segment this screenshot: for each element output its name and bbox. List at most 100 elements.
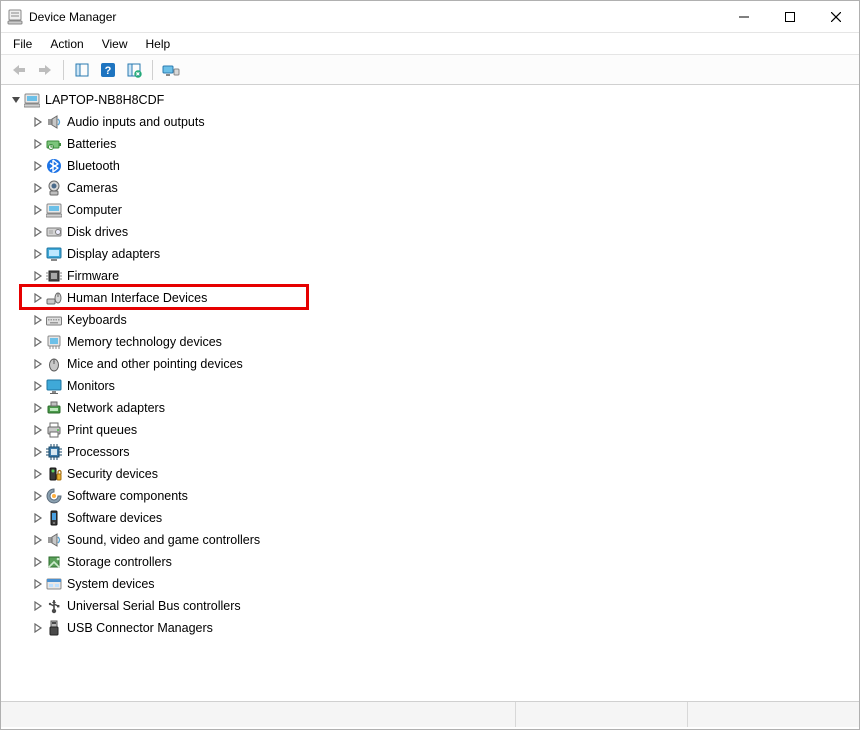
expand-arrow-icon[interactable] <box>31 357 45 371</box>
tree-category-label: Monitors <box>67 379 115 393</box>
tree-category[interactable]: Mice and other pointing devices <box>7 353 859 375</box>
back-button <box>7 58 31 82</box>
menu-file[interactable]: File <box>5 35 40 53</box>
expand-arrow-icon[interactable] <box>31 115 45 129</box>
expand-arrow-icon[interactable] <box>31 599 45 613</box>
tree-category[interactable]: Bluetooth <box>7 155 859 177</box>
tree-category-label: Storage controllers <box>67 555 172 569</box>
tree-category[interactable]: Print queues <box>7 419 859 441</box>
tree-category[interactable]: USB Connector Managers <box>7 617 859 639</box>
device-manager-icon <box>7 9 23 25</box>
storage-icon <box>45 553 63 571</box>
tree-category[interactable]: Memory technology devices <box>7 331 859 353</box>
statusbar <box>1 701 859 727</box>
expand-arrow-icon[interactable] <box>31 533 45 547</box>
tree-category-label: Batteries <box>67 137 116 151</box>
tree-category[interactable]: Storage controllers <box>7 551 859 573</box>
tree-category[interactable]: Firmware <box>7 265 859 287</box>
expand-arrow-icon[interactable] <box>31 137 45 151</box>
tree-category-label: Security devices <box>67 467 158 481</box>
expand-arrow-icon[interactable] <box>31 489 45 503</box>
help-button[interactable]: ? <box>96 58 120 82</box>
tree-category-label: Firmware <box>67 269 119 283</box>
tree-category-label: Cameras <box>67 181 118 195</box>
tree-category[interactable]: Keyboards <box>7 309 859 331</box>
expand-arrow-icon[interactable] <box>31 379 45 393</box>
bluetooth-icon <box>45 157 63 175</box>
expand-arrow-icon[interactable] <box>31 401 45 415</box>
display-icon <box>45 245 63 263</box>
expand-arrow-icon[interactable] <box>31 225 45 239</box>
expand-arrow-icon[interactable] <box>31 291 45 305</box>
minimize-button[interactable] <box>721 1 767 32</box>
tree-category[interactable]: Network adapters <box>7 397 859 419</box>
tree-category-label: Universal Serial Bus controllers <box>67 599 241 613</box>
tree-category[interactable]: Audio inputs and outputs <box>7 111 859 133</box>
show-hide-console-tree-button[interactable] <box>70 58 94 82</box>
menu-help[interactable]: Help <box>138 35 179 53</box>
tree-category[interactable]: Computer <box>7 199 859 221</box>
tree-category-label: Computer <box>67 203 122 217</box>
devices-printers-button[interactable] <box>159 58 183 82</box>
scan-hardware-button[interactable] <box>122 58 146 82</box>
device-tree[interactable]: LAPTOP-NB8H8CDF Audio inputs and outputs… <box>1 85 859 701</box>
tree-category[interactable]: Software devices <box>7 507 859 529</box>
tree-category[interactable]: Software components <box>7 485 859 507</box>
expand-arrow-icon[interactable] <box>31 467 45 481</box>
tree-category-label: Bluetooth <box>67 159 120 173</box>
system-icon <box>45 575 63 593</box>
tree-category-label: Software components <box>67 489 188 503</box>
expand-arrow-icon[interactable] <box>31 577 45 591</box>
component-icon <box>45 487 63 505</box>
toolbar-separator <box>63 60 64 80</box>
window-title: Device Manager <box>29 10 116 24</box>
disk-icon <box>45 223 63 241</box>
tree-category[interactable]: Disk drives <box>7 221 859 243</box>
tree-category[interactable]: Batteries <box>7 133 859 155</box>
expand-arrow-icon[interactable] <box>31 335 45 349</box>
menu-action[interactable]: Action <box>42 35 91 53</box>
tree-root[interactable]: LAPTOP-NB8H8CDF <box>7 89 859 111</box>
battery-icon <box>45 135 63 153</box>
forward-button <box>33 58 57 82</box>
status-cell <box>688 702 859 727</box>
tree-category[interactable]: System devices <box>7 573 859 595</box>
keyboard-icon <box>45 311 63 329</box>
tree-category[interactable]: Processors <box>7 441 859 463</box>
menu-view[interactable]: View <box>94 35 136 53</box>
tree-category[interactable]: Cameras <box>7 177 859 199</box>
titlebar: Device Manager <box>1 1 859 33</box>
computer-icon <box>45 201 63 219</box>
tree-category-label: Audio inputs and outputs <box>67 115 205 129</box>
chip-icon <box>45 267 63 285</box>
tree-category[interactable]: Security devices <box>7 463 859 485</box>
expand-arrow-icon[interactable] <box>31 181 45 195</box>
expand-arrow-icon[interactable] <box>31 621 45 635</box>
toolbar: ? <box>1 55 859 85</box>
expand-arrow-icon[interactable] <box>31 423 45 437</box>
expand-arrow-icon[interactable] <box>31 247 45 261</box>
expand-arrow-icon[interactable] <box>31 511 45 525</box>
tree-root-label: LAPTOP-NB8H8CDF <box>45 93 164 107</box>
expand-arrow-icon[interactable] <box>31 159 45 173</box>
speaker-icon <box>45 113 63 131</box>
tree-category[interactable]: Human Interface Devices <box>7 287 859 309</box>
expand-arrow-icon[interactable] <box>9 93 23 107</box>
tree-category[interactable]: Universal Serial Bus controllers <box>7 595 859 617</box>
expand-arrow-icon[interactable] <box>31 269 45 283</box>
tree-category[interactable]: Display adapters <box>7 243 859 265</box>
status-cell <box>516 702 688 727</box>
tree-category-label: Print queues <box>67 423 137 437</box>
close-button[interactable] <box>813 1 859 32</box>
mouse-icon <box>45 355 63 373</box>
expand-arrow-icon[interactable] <box>31 203 45 217</box>
expand-arrow-icon[interactable] <box>31 313 45 327</box>
camera-icon <box>45 179 63 197</box>
tree-category-label: Disk drives <box>67 225 128 239</box>
tree-category[interactable]: Monitors <box>7 375 859 397</box>
expand-arrow-icon[interactable] <box>31 445 45 459</box>
expand-arrow-icon[interactable] <box>31 555 45 569</box>
tree-category-label: Human Interface Devices <box>67 291 207 305</box>
maximize-button[interactable] <box>767 1 813 32</box>
tree-category[interactable]: Sound, video and game controllers <box>7 529 859 551</box>
